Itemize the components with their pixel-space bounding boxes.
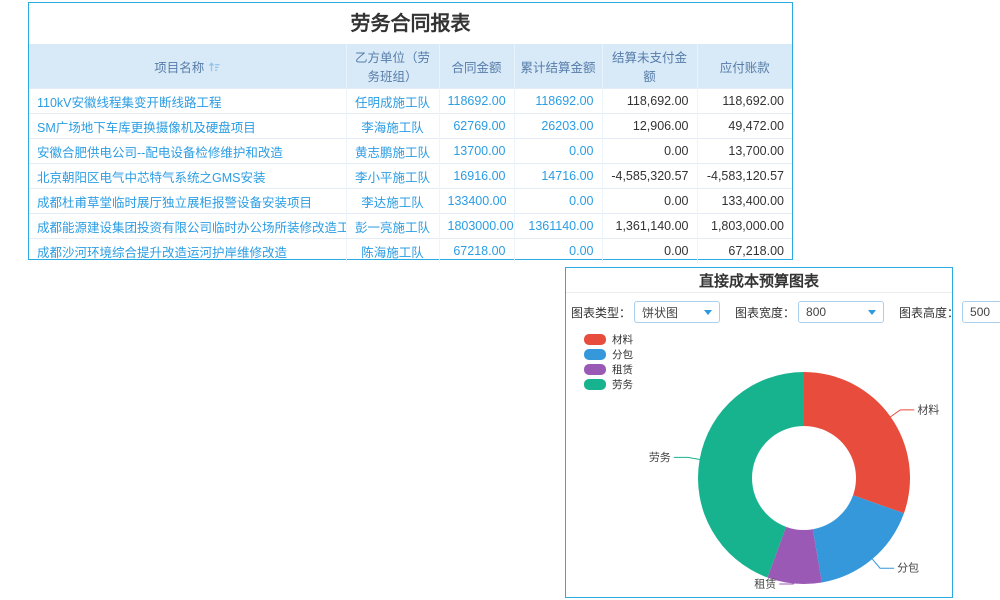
project-name-link[interactable]: 成都能源建设集团投资有限公司临时办公场所装修改造工程EPC [29, 214, 346, 239]
label-connector-line [872, 558, 894, 568]
column-header-label: 乙方单位（劳务班组） [355, 51, 430, 84]
project-name-link[interactable]: 110kV安徽线程集变开断线路工程 [29, 89, 346, 114]
amount-cell: 118692.00 [514, 89, 602, 114]
column-header: 乙方单位（劳务班组） [346, 44, 439, 89]
chart-legend: 材料分包租赁劳务 [584, 332, 633, 392]
column-header-label: 项目名称 [154, 61, 204, 75]
amount-cell: 0.00 [514, 139, 602, 164]
amount-cell: 16916.00 [439, 164, 514, 189]
table-row: 成都能源建设集团投资有限公司临时办公场所装修改造工程EPC彭一亮施工队18030… [29, 214, 792, 239]
legend-item[interactable]: 材料 [584, 332, 633, 346]
column-header-label: 应付账款 [720, 61, 770, 75]
amount-cell: 118,692.00 [697, 89, 792, 114]
table-row: 成都沙河环境综合提升改造运河护岸维修改造陈海施工队67218.000.000.0… [29, 239, 792, 264]
table-row: 成都杜甫草堂临时展厅独立展柜报警设备安装项目李达施工队133400.000.00… [29, 189, 792, 214]
amount-cell: 1,361,140.00 [602, 214, 697, 239]
legend-swatch-icon [584, 334, 606, 345]
labor-contract-report-panel: 劳务合同报表 项目名称 乙方单位（劳务班组） 合同金额 累计结算金额 结算未支付金额 应付… [28, 2, 793, 260]
amount-cell: 1361140.00 [514, 214, 602, 239]
sort-icon[interactable] [208, 61, 220, 73]
select-value: 500 [970, 305, 990, 319]
legend-swatch-icon [584, 364, 606, 375]
donut-chart: 材料分包租赁劳务 [566, 268, 952, 597]
column-header[interactable]: 项目名称 [29, 44, 346, 89]
legend-item[interactable]: 租赁 [584, 362, 633, 376]
table-row: 安徽合肥供电公司--配电设备检修维护和改造黄志鹏施工队13700.000.000… [29, 139, 792, 164]
amount-cell: 62769.00 [439, 114, 514, 139]
contractor-link[interactable]: 黄志鹏施工队 [346, 139, 439, 164]
report-table: 项目名称 乙方单位（劳务班组） 合同金额 累计结算金额 结算未支付金额 应付账款 110k… [29, 44, 792, 263]
amount-cell: 133400.00 [439, 189, 514, 214]
amount-cell: 26203.00 [514, 114, 602, 139]
report-title: 劳务合同报表 [29, 3, 792, 44]
project-name-link[interactable]: 北京朝阳区电气中芯特气系统之GMS安装 [29, 164, 346, 189]
column-header: 结算未支付金额 [602, 44, 697, 89]
amount-cell: 67,218.00 [697, 239, 792, 264]
amount-cell: 133,400.00 [697, 189, 792, 214]
slice-label: 分包 [897, 562, 919, 575]
amount-cell: 118,692.00 [602, 89, 697, 114]
amount-cell: 118692.00 [439, 89, 514, 114]
contractor-link[interactable]: 李达施工队 [346, 189, 439, 214]
contractor-link[interactable]: 陈海施工队 [346, 239, 439, 264]
slice-label: 材料 [917, 402, 939, 416]
column-header-label: 累计结算金额 [520, 61, 595, 75]
contractor-link[interactable]: 李海施工队 [346, 114, 439, 139]
legend-swatch-icon [584, 349, 606, 360]
amount-cell: 0.00 [602, 189, 697, 214]
project-name-link[interactable]: 成都沙河环境综合提升改造运河护岸维修改造 [29, 239, 346, 264]
column-header-label: 结算未支付金额 [612, 51, 687, 84]
legend-item[interactable]: 劳务 [584, 377, 633, 391]
slice-label: 劳务 [649, 451, 671, 464]
table-row: SM广场地下车库更换摄像机及硬盘项目李海施工队62769.0026203.001… [29, 114, 792, 139]
amount-cell: 0.00 [602, 239, 697, 264]
amount-cell: -4,585,320.57 [602, 164, 697, 189]
legend-label: 劳务 [612, 377, 633, 392]
amount-cell: 14716.00 [514, 164, 602, 189]
project-name-link[interactable]: SM广场地下车库更换摄像机及硬盘项目 [29, 114, 346, 139]
table-header-row: 项目名称 乙方单位（劳务班组） 合同金额 累计结算金额 结算未支付金额 应付账款 [29, 44, 792, 89]
table-row: 110kV安徽线程集变开断线路工程任明成施工队118692.00118692.0… [29, 89, 792, 114]
amount-cell: 12,906.00 [602, 114, 697, 139]
table-row: 北京朝阳区电气中芯特气系统之GMS安装李小平施工队16916.0014716.0… [29, 164, 792, 189]
column-header: 合同金额 [439, 44, 514, 89]
label-connector-line [890, 410, 915, 418]
amount-cell: 1803000.00 [439, 214, 514, 239]
column-header: 应付账款 [697, 44, 792, 89]
amount-cell: 49,472.00 [697, 114, 792, 139]
amount-cell: 67218.00 [439, 239, 514, 264]
amount-cell: 1,803,000.00 [697, 214, 792, 239]
legend-label: 分包 [612, 347, 633, 362]
slice-label: 租赁 [754, 577, 776, 591]
legend-label: 材料 [612, 332, 633, 347]
label-connector-line [674, 457, 701, 459]
amount-cell: 13700.00 [439, 139, 514, 164]
amount-cell: 0.00 [514, 189, 602, 214]
amount-cell: 13,700.00 [697, 139, 792, 164]
contractor-link[interactable]: 任明成施工队 [346, 89, 439, 114]
amount-cell: 0.00 [602, 139, 697, 164]
legend-item[interactable]: 分包 [584, 347, 633, 361]
direct-cost-chart-panel: 直接成本预算图表 图表类型：饼状图图表宽度：800图表高度：500 材料分包租赁… [565, 267, 953, 598]
column-header-label: 合同金额 [451, 61, 501, 75]
project-name-link[interactable]: 安徽合肥供电公司--配电设备检修维护和改造 [29, 139, 346, 164]
contractor-link[interactable]: 李小平施工队 [346, 164, 439, 189]
amount-cell: 0.00 [514, 239, 602, 264]
chart-height-select[interactable]: 500 [962, 301, 1000, 323]
project-name-link[interactable]: 成都杜甫草堂临时展厅独立展柜报警设备安装项目 [29, 189, 346, 214]
column-header: 累计结算金额 [514, 44, 602, 89]
amount-cell: -4,583,120.57 [697, 164, 792, 189]
legend-swatch-icon [584, 379, 606, 390]
legend-label: 租赁 [612, 362, 633, 377]
contractor-link[interactable]: 彭一亮施工队 [346, 214, 439, 239]
pie-slice[interactable] [804, 372, 910, 513]
